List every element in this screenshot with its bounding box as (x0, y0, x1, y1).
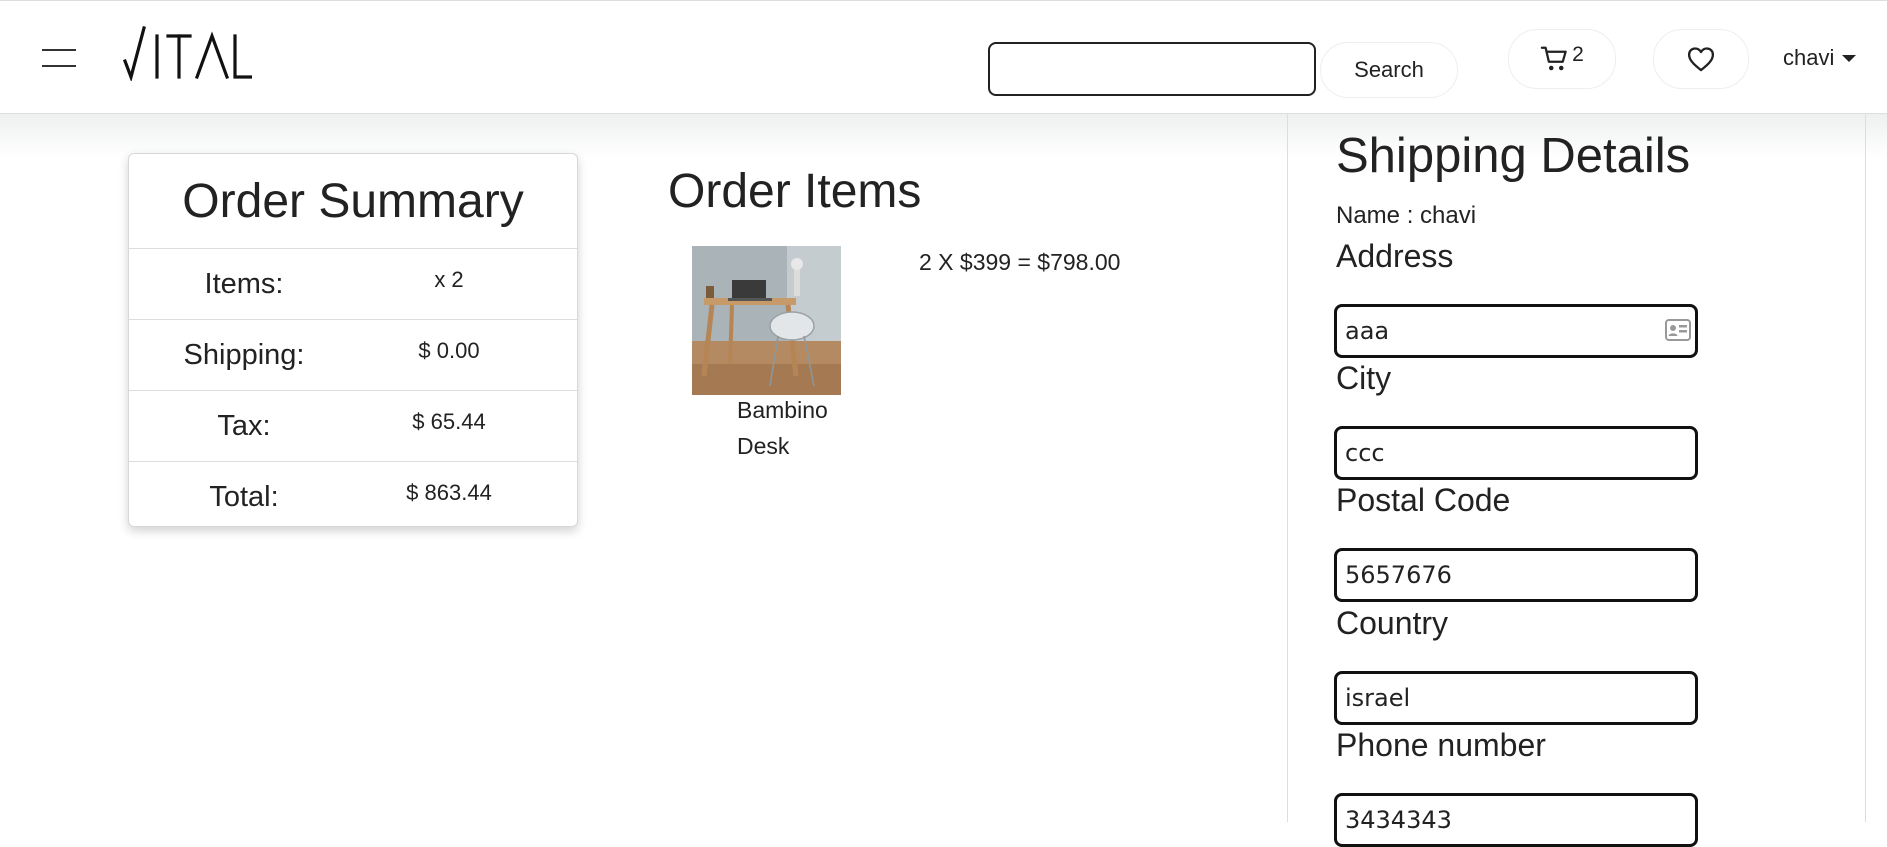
section-divider (1865, 114, 1866, 822)
vital-logo[interactable] (120, 25, 254, 86)
address-label: Address (1336, 238, 1454, 274)
logo-mark-icon (122, 26, 254, 83)
search-input[interactable] (988, 42, 1316, 96)
summary-row-shipping: Shipping: $ 0.00 (129, 320, 577, 391)
search-button[interactable]: Search (1320, 42, 1458, 98)
summary-row-total: Total: $ 863.44 (129, 462, 577, 532)
contact-card-icon[interactable] (1665, 319, 1691, 341)
cart-count-badge: 2 (1572, 43, 1584, 66)
summary-label: Items: (204, 267, 284, 300)
summary-label: Shipping: (183, 338, 305, 371)
section-divider (1287, 114, 1288, 822)
cart-icon (1540, 46, 1567, 71)
menu-hamburger-icon[interactable] (42, 49, 76, 67)
shipping-name-line: Name : chavi (1336, 202, 1477, 229)
desk-photo-icon (692, 246, 841, 395)
address-field[interactable] (1334, 304, 1698, 358)
summary-value: $ 65.44 (412, 409, 486, 434)
heart-icon (1687, 47, 1715, 72)
cart-button[interactable]: 2 (1508, 29, 1616, 89)
summary-value: x 2 (434, 267, 464, 292)
product-name[interactable]: Bambino Desk (737, 392, 857, 464)
order-summary-card: Order Summary Items: x 2 Shipping: $ 0.0… (128, 153, 578, 527)
country-label: Country (1336, 605, 1449, 641)
postal-code-label: Postal Code (1336, 482, 1511, 518)
summary-row-items: Items: x 2 (129, 249, 577, 320)
user-dropdown[interactable]: chavi (1783, 45, 1857, 71)
city-field[interactable] (1334, 426, 1698, 480)
top-navbar: Search 2 chavi (0, 0, 1887, 114)
caret-down-icon (1842, 54, 1857, 62)
order-summary-title: Order Summary (129, 154, 577, 249)
phone-number-field[interactable] (1334, 793, 1698, 847)
country-field[interactable] (1334, 671, 1698, 725)
phone-number-label: Phone number (1336, 727, 1546, 763)
postal-code-field[interactable] (1334, 548, 1698, 602)
shipping-details-title: Shipping Details (1336, 129, 1691, 183)
summary-row-tax: Tax: $ 65.44 (129, 391, 577, 462)
summary-label: Total: (209, 480, 279, 513)
product-price-line: 2 X $399 = $798.00 (919, 249, 1121, 275)
summary-label: Tax: (217, 409, 271, 442)
summary-value: $ 863.44 (406, 480, 492, 505)
order-items-title: Order Items (668, 165, 922, 218)
wishlist-button[interactable] (1653, 29, 1749, 89)
product-image[interactable] (692, 246, 841, 395)
city-label: City (1336, 360, 1392, 396)
user-name: chavi (1783, 45, 1835, 70)
summary-value: $ 0.00 (418, 338, 480, 363)
